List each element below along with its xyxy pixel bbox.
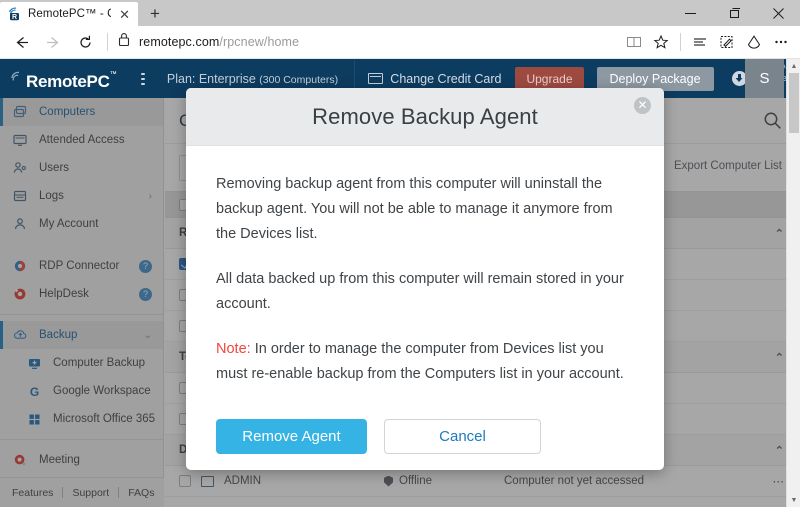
avatar[interactable]: S — [745, 59, 784, 98]
address-url: remotepc.com/rpcnew/home — [139, 35, 299, 49]
back-arrow-icon[interactable] — [6, 28, 36, 56]
close-icon[interactable] — [756, 0, 800, 26]
cancel-button[interactable]: Cancel — [384, 419, 541, 454]
forward-arrow-icon[interactable] — [38, 28, 68, 56]
hamburger-menu-icon[interactable] — [141, 73, 145, 85]
remotepc-logo[interactable]: RemotePC ™ — [10, 68, 117, 90]
share-icon[interactable] — [741, 28, 767, 56]
new-tab-button[interactable]: + — [138, 2, 172, 26]
dialog-paragraph-1: Removing backup agent from this computer… — [216, 172, 634, 247]
refresh-icon[interactable] — [70, 28, 100, 56]
remove-backup-agent-dialog: Remove Backup Agent ✕ Removing backup ag… — [186, 88, 664, 470]
change-credit-card-button[interactable]: Change Credit Card — [368, 72, 501, 86]
address-path: /rpcnew/home — [219, 35, 299, 49]
dialog-title: Remove Backup Agent — [312, 104, 538, 130]
scroll-up-icon[interactable]: ▲ — [787, 59, 800, 73]
browser-tab[interactable]: R RemotePC™ - Compute ✕ — [0, 2, 138, 26]
navbar-divider — [107, 33, 108, 51]
navbar-divider-2 — [680, 33, 681, 51]
dialog-note-text: In order to manage the computer from Dev… — [216, 341, 624, 382]
address-domain: remotepc.com — [139, 35, 219, 49]
brand-name: RemotePC — [26, 73, 110, 90]
favorites-star-icon[interactable] — [648, 28, 674, 56]
browser-navbar: remotepc.com/rpcnew/home — [0, 26, 800, 59]
page-scrollbar[interactable]: ▲ ▼ — [786, 59, 800, 507]
browser-titlebar: R RemotePC™ - Compute ✕ + — [0, 0, 800, 26]
web-notes-icon[interactable] — [714, 28, 740, 56]
navbar-actions — [621, 28, 794, 56]
deploy-package-button[interactable]: Deploy Package — [597, 67, 714, 91]
more-icon[interactable] — [768, 28, 794, 56]
plan-count: (300 Computers) — [259, 74, 338, 86]
lock-icon — [118, 32, 130, 52]
svg-text:R: R — [12, 14, 17, 21]
tab-close-icon[interactable]: ✕ — [117, 8, 132, 21]
window-controls — [668, 0, 800, 26]
remotepc-favicon-icon: R — [8, 7, 22, 21]
browser-tab-title: RemotePC™ - Compute — [28, 8, 111, 20]
address-bar[interactable]: remotepc.com/rpcnew/home — [115, 28, 619, 56]
scrollbar-thumb[interactable] — [789, 73, 799, 133]
plan-label: Plan: Enterprise (300 Computers) — [167, 72, 338, 86]
upgrade-button[interactable]: Upgrade — [515, 67, 583, 91]
scroll-down-icon[interactable]: ▼ — [787, 493, 800, 507]
plan-name: Plan: Enterprise — [167, 72, 256, 86]
remove-agent-button[interactable]: Remove Agent — [216, 419, 367, 454]
dialog-actions: Remove Agent Cancel — [186, 407, 664, 454]
maximize-icon[interactable] — [712, 0, 756, 26]
dialog-note-label: Note: — [216, 341, 251, 357]
reading-list-icon[interactable] — [687, 28, 713, 56]
browser-window: R RemotePC™ - Compute ✕ + — [0, 0, 800, 507]
dialog-note: Note: In order to manage the computer fr… — [216, 337, 634, 387]
dialog-close-icon[interactable]: ✕ — [634, 97, 651, 114]
dialog-paragraph-2: All data backed up from this computer wi… — [216, 267, 634, 317]
remotepc-logo-icon — [10, 71, 26, 87]
change-credit-card-label: Change Credit Card — [390, 72, 501, 86]
minimize-icon[interactable] — [668, 0, 712, 26]
reading-view-icon[interactable] — [621, 28, 647, 56]
credit-card-icon — [368, 73, 383, 84]
dialog-header: Remove Backup Agent ✕ — [186, 88, 664, 146]
brand-tm: ™ — [110, 71, 117, 78]
dialog-body: Removing backup agent from this computer… — [186, 146, 664, 387]
